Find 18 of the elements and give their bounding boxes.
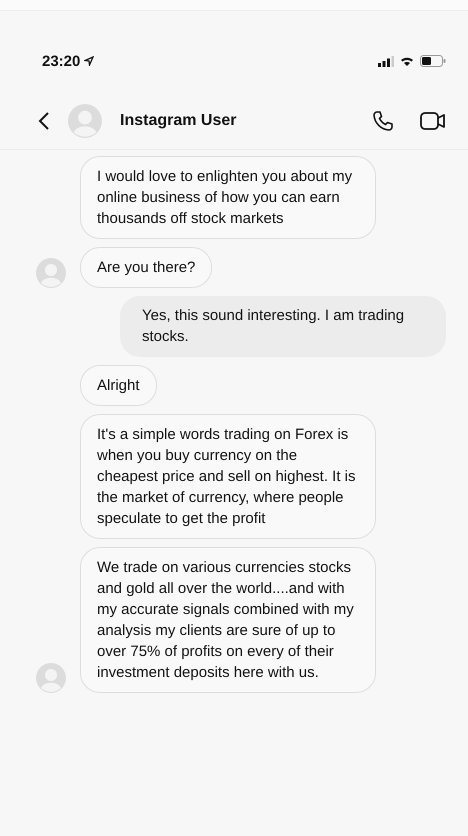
sent-message: Yes, this sound interesting. I am trading stocks. <box>120 296 446 357</box>
phone-icon[interactable] <box>372 110 394 132</box>
avatar <box>68 104 102 138</box>
location-arrow-icon <box>84 56 94 66</box>
sender-avatar <box>36 663 66 693</box>
video-call-icon[interactable] <box>420 110 446 132</box>
received-message: I would love to enlighten you about my online business of how you can earn thousands off stock markets <box>80 156 376 239</box>
battery-icon <box>420 55 446 67</box>
signal-icon <box>378 56 394 66</box>
received-message: We trade on various currencies stocks and gold all over the world....and with my accurate signals combined with my analysis my clients are sure of up to over 75% of profits on every of their investment deposits here with us. <box>80 547 376 693</box>
wifi-icon <box>400 56 414 66</box>
clock-time: 23:20 <box>42 52 80 70</box>
received-message: Alright <box>80 365 157 406</box>
back-icon[interactable] <box>38 111 50 131</box>
sender-avatar <box>36 258 66 288</box>
received-message: Are you there? <box>80 247 212 288</box>
contact-name: Instagram User <box>120 112 238 130</box>
received-message: It's a simple words trading on Forex is when you buy currency on the cheapest price and sell on highest. It is the market of currency, where people speculate to get the profit <box>80 414 376 539</box>
